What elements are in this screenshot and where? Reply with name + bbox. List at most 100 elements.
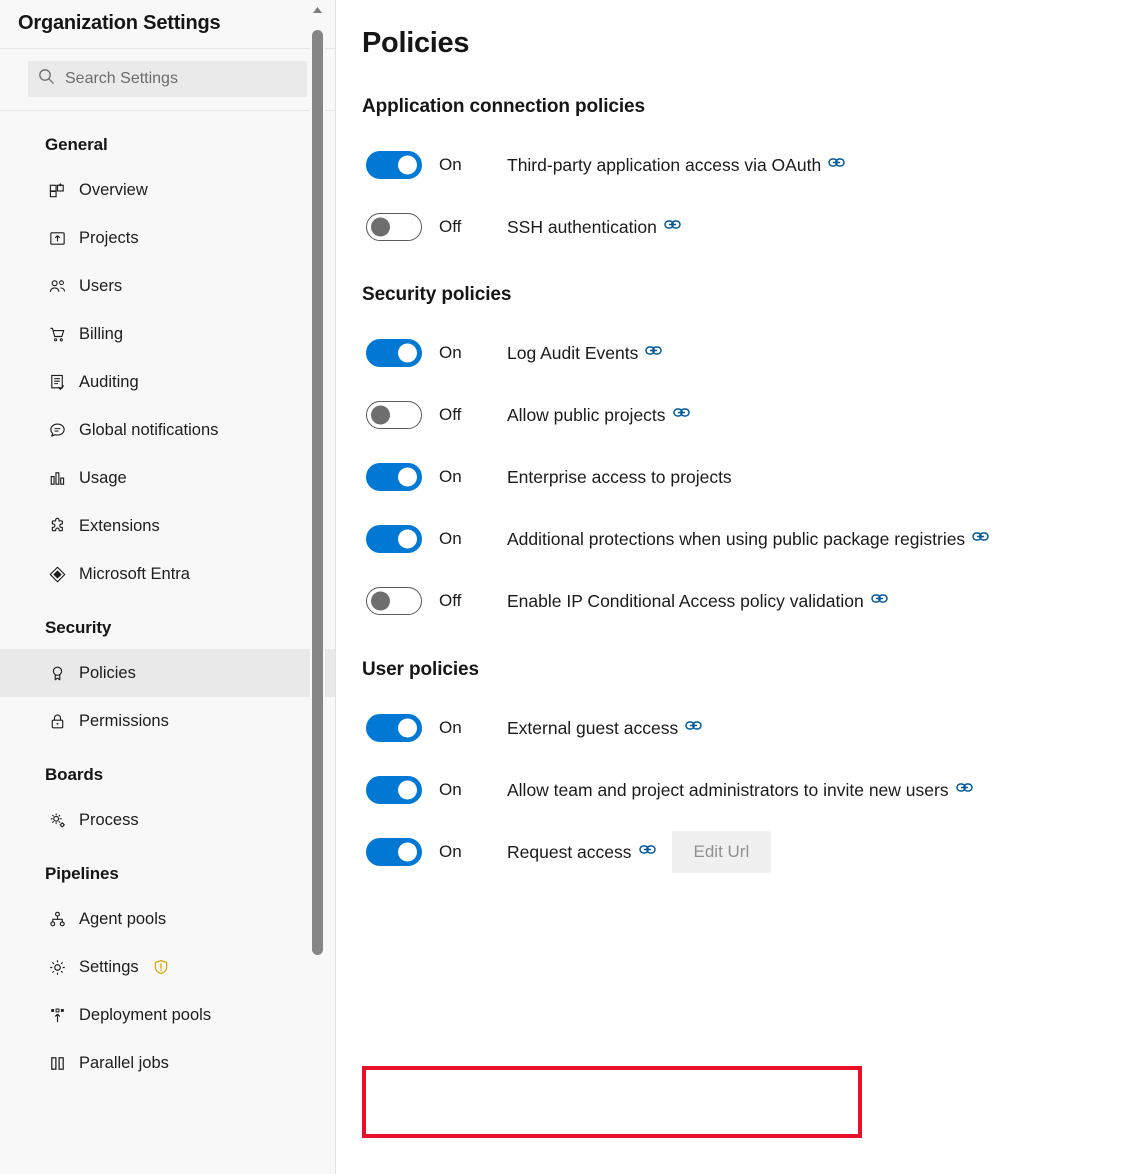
policy-label-text: Allow public projects — [507, 404, 666, 425]
sidebar-item-parallel-jobs[interactable]: Parallel jobs — [0, 1039, 335, 1087]
sidebar-group-security: Security — [45, 618, 112, 637]
gear-icon — [48, 958, 67, 977]
policy-sections: Application connection policies On Third-p… — [362, 96, 1143, 883]
policy-toggle-allow-public-projects[interactable] — [366, 401, 422, 429]
policy-toggle-third-party-application-access-via-oauth[interactable] — [366, 151, 422, 179]
sidebar-item-label: Permissions — [79, 711, 169, 730]
policy-link-icon[interactable] — [664, 216, 681, 237]
toggle-knob — [371, 405, 390, 425]
policy-row-request-access: On Request access Edit Url — [362, 821, 1143, 883]
sidebar-item-policies[interactable]: Policies — [0, 649, 335, 697]
toggle-knob — [398, 467, 417, 487]
policy-label: Allow team and project administrators to… — [507, 780, 973, 801]
sidebar-item-label: Agent pools — [79, 909, 167, 928]
policy-link-icon[interactable] — [955, 779, 973, 800]
policy-toggle-ssh-authentication[interactable] — [366, 213, 422, 241]
policy-section: Security policies On Log Audit Events Off Al… — [362, 284, 1143, 632]
sidebar-item-overview[interactable]: Overview — [0, 166, 335, 214]
toggle-knob — [398, 155, 417, 175]
policy-link-icon[interactable] — [672, 404, 690, 425]
sidebar-item-global-notifications[interactable]: Global notifications — [0, 406, 335, 454]
edit-url-button[interactable]: Edit Url — [671, 831, 772, 873]
policy-label: Log Audit Events — [507, 342, 663, 364]
sidebar-item-label: Process — [79, 810, 139, 829]
sidebar-group-general: General — [45, 135, 108, 154]
policy-state-label: Off — [439, 591, 462, 610]
policy-toggle-log-audit-events[interactable] — [366, 339, 422, 367]
puzzle-icon — [48, 517, 67, 536]
sidebar-item-usage[interactable]: Usage — [0, 454, 335, 502]
entra-icon — [48, 565, 67, 584]
policy-label-text: External guest access — [507, 717, 679, 738]
sidebar-item-projects[interactable]: Projects — [0, 214, 335, 262]
sidebar-item-permissions[interactable]: Permissions — [0, 697, 335, 745]
policy-state-label: On — [439, 529, 462, 548]
policy-section: User policies On External guest access On Al… — [362, 659, 1143, 883]
section-heading: Security policies — [362, 284, 512, 305]
sidebar-item-extensions[interactable]: Extensions — [0, 502, 335, 550]
policy-link-icon[interactable] — [828, 154, 845, 175]
policy-row-enable-ip-conditional-access-policy-validation: Off Enable IP Conditional Access policy v… — [362, 570, 1143, 632]
page-title: Policies — [362, 27, 470, 59]
policy-toggle-allow-team-and-project-administrators-to-invit[interactable] — [366, 776, 422, 804]
policy-label-text: Enable IP Conditional Access policy vali… — [507, 590, 864, 611]
policy-toggle-enterprise-access-to-projects[interactable] — [366, 463, 422, 491]
policy-link-icon[interactable] — [685, 717, 702, 738]
policy-toggle-enable-ip-conditional-access-policy-validation[interactable] — [366, 587, 422, 615]
search-input[interactable] — [65, 70, 297, 88]
policy-state-label: On — [439, 343, 462, 362]
sidebar-item-deployment-pools[interactable]: Deployment pools — [0, 991, 335, 1039]
policy-row-allow-team-and-project-administrators-to-invit: On Allow team and project administrators … — [362, 759, 1143, 821]
sidebar-scrollbar[interactable] — [310, 0, 325, 1174]
policy-toggle-request-access[interactable] — [366, 838, 422, 866]
sidebar-item-auditing[interactable]: Auditing — [0, 358, 335, 406]
sidebar-item-label: Deployment pools — [79, 1005, 212, 1024]
policy-link-icon[interactable] — [638, 841, 656, 862]
policy-link-icon[interactable] — [870, 590, 888, 611]
policy-section: Application connection policies On Third-p… — [362, 96, 1143, 258]
sidebar-item-agent-pools[interactable]: Agent pools — [0, 895, 335, 943]
sidebar-group-boards: Boards — [45, 765, 103, 784]
policy-toggle-additional-protections-when-using-public-packa[interactable] — [366, 525, 422, 553]
parallel-jobs-icon — [48, 1054, 67, 1073]
lock-icon — [48, 712, 67, 731]
sidebar-item-billing[interactable]: Billing — [0, 310, 335, 358]
policy-state-label: Off — [439, 217, 462, 236]
policy-label: Allow public projects — [507, 405, 690, 426]
sidebar-item-settings[interactable]: Settings — [0, 943, 335, 991]
policy-label: Enterprise access to projects — [507, 467, 732, 488]
policy-link-icon[interactable] — [972, 528, 989, 549]
policy-state-label: On — [439, 780, 462, 799]
search-settings-container — [0, 49, 335, 110]
warning-shield-icon — [153, 959, 169, 975]
ribbon-icon — [48, 664, 67, 683]
toggle-knob — [398, 718, 417, 738]
sidebar-nav: General Overview Projects Users Billing Audit… — [0, 111, 335, 1087]
sidebar-item-label: Policies — [79, 663, 136, 682]
policy-row-ssh-authentication: Off SSH authentication — [362, 196, 1143, 258]
cart-icon — [48, 325, 67, 344]
sidebar-item-label: Overview — [79, 180, 148, 199]
policy-row-allow-public-projects: Off Allow public projects — [362, 384, 1143, 446]
sidebar-title: Organization Settings — [18, 12, 221, 34]
policy-state-label: On — [439, 718, 462, 737]
sidebar-item-users[interactable]: Users — [0, 262, 335, 310]
policy-row-additional-protections-when-using-public-packa: On Additional protections when using publ… — [362, 508, 1143, 570]
search-box[interactable] — [28, 61, 307, 97]
scroll-up-arrow-icon[interactable] — [311, 4, 324, 17]
section-heading: Application connection policies — [362, 96, 645, 117]
policy-label-text: Log Audit Events — [507, 342, 639, 363]
sidebar-item-process[interactable]: Process — [0, 796, 335, 844]
sidebar-item-label: Settings — [79, 957, 139, 976]
sidebar-scrollbar-thumb[interactable] — [312, 30, 323, 955]
policy-link-icon[interactable] — [645, 342, 663, 363]
auditing-icon — [48, 373, 67, 392]
agent-pools-icon — [48, 910, 67, 929]
policy-state-label: On — [439, 842, 462, 861]
sidebar-item-microsoft-entra[interactable]: Microsoft Entra — [0, 550, 335, 598]
policy-label-text: Additional protections when using public… — [507, 528, 966, 549]
sidebar-item-label: Microsoft Entra — [79, 564, 190, 583]
policy-toggle-external-guest-access[interactable] — [366, 714, 422, 742]
toggle-knob — [398, 780, 417, 800]
policy-state-label: On — [439, 155, 462, 174]
